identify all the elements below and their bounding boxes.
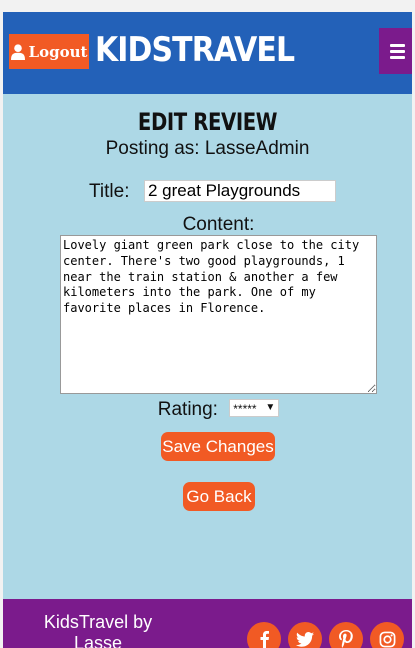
save-changes-button[interactable]: Save Changes xyxy=(161,432,275,461)
footer: KidsTravel by Lasse Poulsen xyxy=(3,599,412,648)
content-label: Content: xyxy=(182,214,255,235)
posting-as-text: Posting as: LasseAdmin xyxy=(105,138,310,159)
rating-row: Rating: ***** ▼ xyxy=(3,398,412,421)
twitter-icon[interactable] xyxy=(288,622,322,648)
pinterest-icon[interactable] xyxy=(329,622,363,648)
go-back-button[interactable]: Go Back xyxy=(183,482,255,511)
rating-label: Rating: xyxy=(157,399,218,420)
user-icon xyxy=(10,43,25,60)
logout-button[interactable]: Logout xyxy=(9,34,89,69)
menu-button[interactable] xyxy=(379,28,412,74)
footer-credit: KidsTravel by Lasse Poulsen xyxy=(43,612,153,648)
facebook-icon[interactable] xyxy=(247,622,281,648)
rating-select[interactable]: ***** ▼ xyxy=(229,398,280,417)
content-textarea[interactable]: Lovely giant green park close to the cit… xyxy=(60,235,377,394)
brand-logo[interactable]: KIDSTRAVEL xyxy=(95,30,295,70)
page: Logout KIDSTRAVEL EDIT REVIEW Posting as… xyxy=(3,12,412,648)
title-label: Title: xyxy=(89,181,130,202)
instagram-icon[interactable] xyxy=(370,622,404,648)
hamburger-icon xyxy=(389,41,405,62)
rating-value: ***** xyxy=(233,401,257,416)
header: Logout KIDSTRAVEL xyxy=(3,12,412,94)
page-title: EDIT REVIEW xyxy=(137,108,278,136)
title-input[interactable] xyxy=(144,180,336,202)
logout-label: Logout xyxy=(28,42,88,61)
chevron-down-icon: ▼ xyxy=(265,401,276,413)
